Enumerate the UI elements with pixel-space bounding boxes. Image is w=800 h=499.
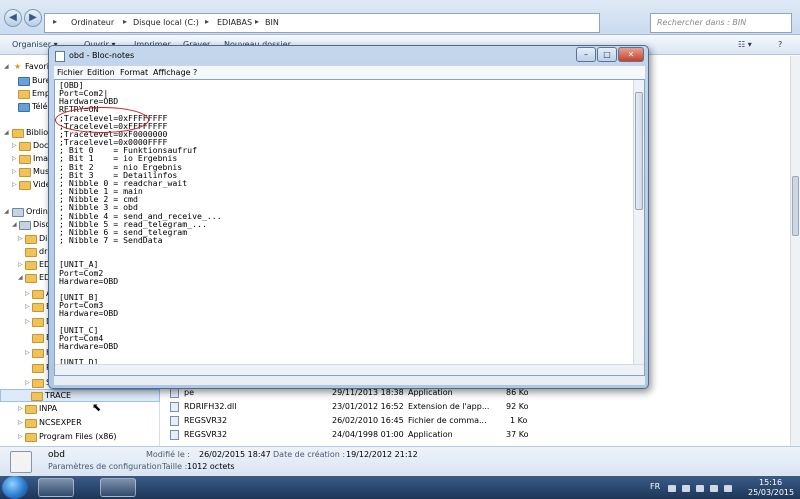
detail-size-value: 1012 octets: [187, 462, 235, 471]
folder-icon: [25, 248, 37, 257]
taskbar-notepad-button[interactable]: [100, 478, 136, 497]
help-icon[interactable]: ?: [778, 40, 782, 49]
star-icon: ★: [14, 62, 22, 71]
desktop-icon: [18, 77, 30, 86]
notepad-status-bar: [54, 376, 645, 385]
menu-fichier[interactable]: Fichier: [57, 68, 83, 77]
folder-icon: [32, 303, 44, 312]
breadcrumb-drive[interactable]: Disque local (C:): [133, 18, 199, 27]
breadcrumb-separator: ▸: [255, 17, 260, 26]
annotation-ellipse: [55, 107, 149, 133]
library-icon: [12, 129, 24, 138]
folder-icon: [19, 181, 31, 190]
clock-time[interactable]: 15:16: [759, 478, 782, 487]
computer-icon: [12, 208, 24, 217]
breadcrumb-separator: ▸: [123, 17, 128, 26]
folder-icon: [25, 274, 37, 283]
close-button[interactable]: ✕: [618, 47, 644, 62]
nav-item-inpa[interactable]: ▷ INPA: [0, 403, 160, 416]
maximize-button[interactable]: □: [597, 47, 617, 62]
folder-icon: [32, 379, 44, 388]
detail-size-label: Taille :: [162, 462, 188, 471]
address-bar-area: ◀ ▶ ▸ Ordinateur ▸ Disque local (C:) ▸ E…: [0, 0, 800, 35]
menu-help[interactable]: ?: [193, 68, 197, 77]
back-button[interactable]: ◀: [4, 9, 22, 27]
dll-icon: [170, 402, 179, 412]
volume-icon[interactable]: [710, 485, 718, 492]
notepad-horizontal-scrollbar[interactable]: [55, 364, 644, 375]
folder-icon: [19, 155, 31, 164]
view-options-icon[interactable]: ☷ ▾: [738, 40, 752, 49]
taskbar: FR 15:16 25/03/2015: [0, 476, 800, 499]
folder-icon: [31, 392, 43, 401]
notepad-title: obd - Bloc-notes: [69, 51, 135, 60]
folder-icon: [25, 235, 37, 244]
file-list: pe 29/11/2013 18:38 Application 86 Ko RDRIF…: [160, 380, 800, 446]
folder-icon: [25, 405, 37, 414]
clock-date[interactable]: 25/03/2015: [748, 488, 794, 497]
forward-button[interactable]: ▶: [24, 9, 42, 27]
taskbar-explorer-button[interactable]: [38, 478, 74, 497]
scrollbar-thumb[interactable]: [635, 92, 643, 210]
breadcrumb-separator: ▸: [205, 17, 210, 26]
menu-affichage[interactable]: Affichage: [153, 68, 191, 77]
notepad-text-area[interactable]: [OBD] Port=Com2| Hardware=OBD RETRY=ON ;…: [54, 79, 645, 376]
detail-file-name: obd: [48, 450, 65, 460]
notepad-vertical-scrollbar[interactable]: [633, 80, 644, 365]
folder-icon: [19, 168, 31, 177]
mouse-cursor-icon: ⬉: [92, 401, 102, 414]
search-placeholder: Rechercher dans : BIN: [657, 18, 747, 27]
folder-icon: [25, 433, 37, 442]
folder-icon: [25, 419, 37, 428]
scrollbar-thumb[interactable]: [792, 176, 799, 236]
drive-icon: [19, 221, 31, 230]
folder-icon: [25, 261, 37, 270]
notepad-window: obd - Bloc-notes – □ ✕ Fichier Edition F…: [48, 45, 649, 389]
start-button[interactable]: [2, 476, 28, 499]
tray-arrow-icon[interactable]: [668, 485, 676, 492]
folder-icon: ▸: [53, 17, 58, 26]
explorer-scrollbar[interactable]: [790, 56, 800, 446]
detail-modified-label: Modifié le :: [146, 450, 190, 459]
network-icon[interactable]: [696, 485, 704, 492]
folder-icon: [32, 334, 44, 343]
action-center-icon[interactable]: [682, 485, 690, 492]
search-input[interactable]: Rechercher dans : BIN: [650, 13, 792, 33]
folder-icon: [32, 364, 44, 373]
file-row[interactable]: REGSVR32 24/04/1998 01:00 Application 37 Ko: [160, 428, 800, 441]
file-row[interactable]: RDRIFH32.dll 23/01/2012 16:52 Extension de…: [160, 400, 800, 413]
folder-icon: [32, 290, 44, 299]
folder-icon: [19, 142, 31, 151]
folder-icon: [32, 349, 44, 358]
batch-file-icon: [170, 416, 179, 426]
notepad-menu-bar: Fichier Edition Format Affichage ?: [54, 66, 645, 79]
folder-icon: [32, 318, 44, 327]
details-pane: obd Paramètres de configuration Modifié …: [0, 446, 800, 476]
language-indicator[interactable]: FR: [650, 482, 660, 491]
nav-item-ncsexper[interactable]: ▷ NCSEXPER: [0, 417, 160, 430]
menu-edition[interactable]: Edition: [87, 68, 115, 77]
download-icon: [18, 103, 30, 112]
config-file-icon: [10, 451, 32, 473]
detail-modified-value: 26/02/2015 18:47: [199, 450, 271, 459]
nav-item-trace[interactable]: TRACE: [0, 389, 160, 402]
detail-created-value: 19/12/2012 21:12: [346, 450, 418, 459]
power-icon[interactable]: [724, 485, 732, 492]
address-box[interactable]: ▸ Ordinateur ▸ Disque local (C:) ▸ EDIAB…: [44, 13, 600, 33]
breadcrumb-computer[interactable]: Ordinateur: [71, 18, 114, 27]
notepad-icon: [55, 51, 65, 62]
minimize-button[interactable]: –: [576, 47, 596, 62]
detail-created-label: Date de création :: [273, 450, 346, 459]
breadcrumb-bin[interactable]: BIN: [265, 18, 279, 27]
application-icon: [170, 430, 179, 440]
application-icon: [170, 388, 179, 398]
breadcrumb-ediabas[interactable]: EDIABAS: [217, 18, 252, 27]
folder-icon: [18, 90, 30, 99]
file-row[interactable]: REGSVR32 26/02/2010 16:45 Fichier de comma…: [160, 414, 800, 427]
detail-file-type: Paramètres de configuration: [48, 462, 162, 471]
menu-format[interactable]: Format: [120, 68, 148, 77]
nav-item-program-files[interactable]: ▷ Program Files (x86): [0, 431, 160, 444]
